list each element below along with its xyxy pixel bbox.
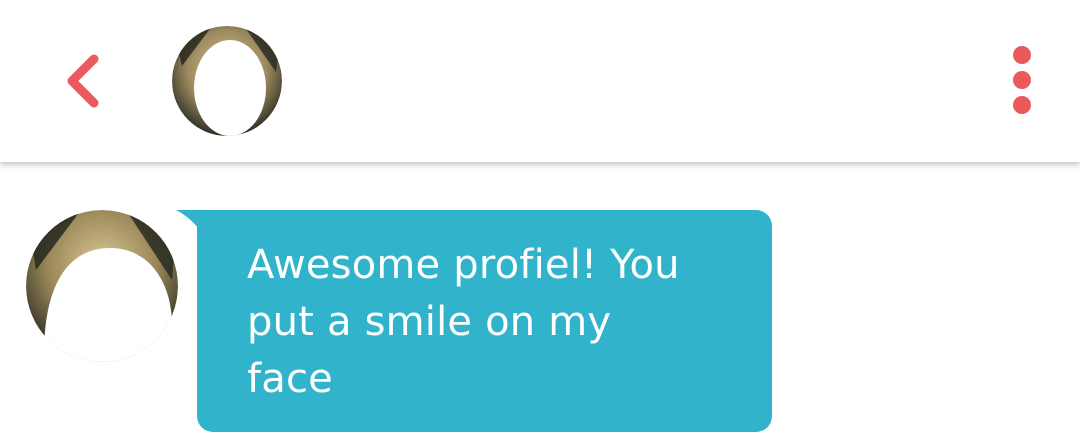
message-sender-avatar[interactable] [26,210,178,362]
ellipsis-dot [1013,46,1031,64]
chevron-left-icon [67,54,99,108]
message-text: Awesome profiel! You put a smile on my f… [247,242,680,402]
more-options-button[interactable] [1000,40,1044,120]
back-button[interactable] [58,45,110,117]
incoming-message[interactable]: Awesome profiel! You put a smile on my f… [176,210,776,434]
match-avatar[interactable] [172,26,282,136]
avatar-photo [26,210,178,362]
message-bubble: Awesome profiel! You put a smile on my f… [197,210,772,432]
ellipsis-dot [1013,71,1031,89]
message-thread[interactable]: Awesome profiel! You put a smile on my f… [0,162,1080,441]
chat-header [0,0,1080,162]
ellipsis-dot [1013,96,1031,114]
avatar-photo [172,26,282,136]
